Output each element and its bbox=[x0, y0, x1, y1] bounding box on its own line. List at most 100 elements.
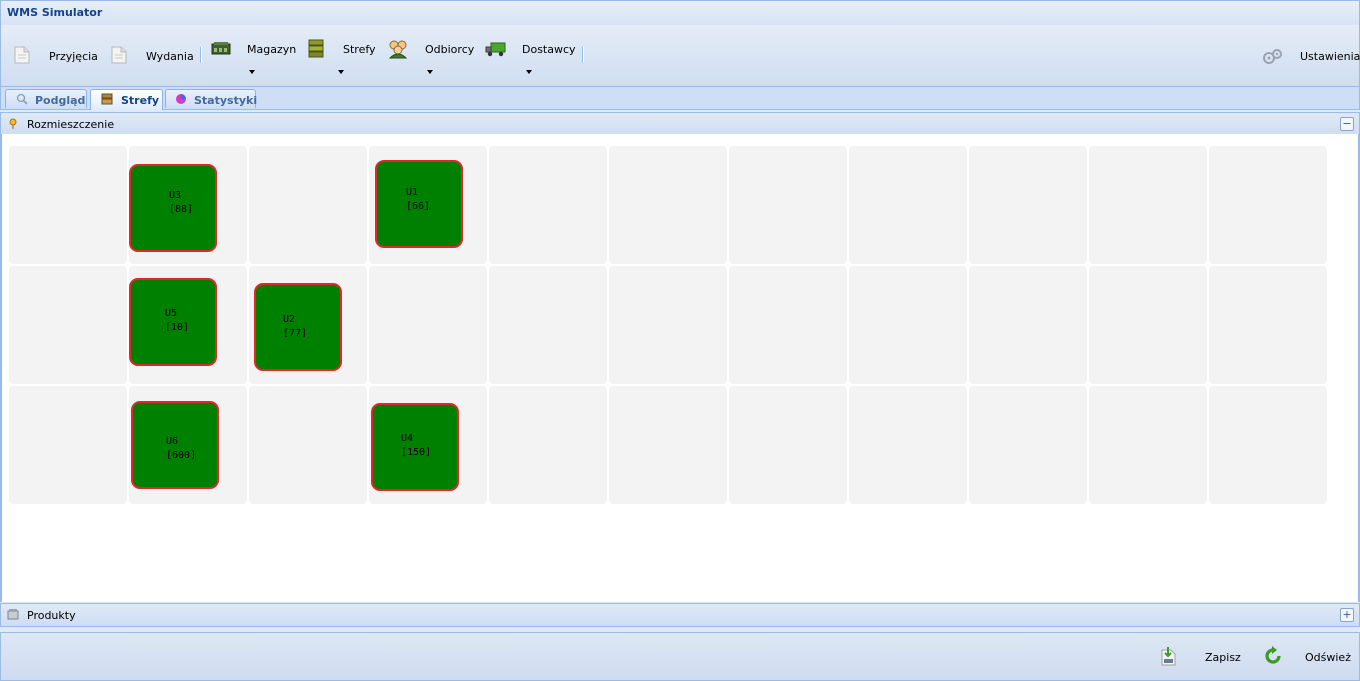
zone-u4[interactable]: U4 [150] bbox=[371, 403, 459, 491]
products-panel-header[interactable]: Produkty + bbox=[0, 603, 1360, 627]
location-pin-icon bbox=[9, 118, 17, 129]
zone-name: U3 bbox=[169, 190, 182, 201]
grid-cell[interactable] bbox=[729, 266, 847, 384]
grid-cell[interactable] bbox=[9, 386, 127, 504]
boxes-icon bbox=[101, 93, 113, 105]
dropdown-arrow-icon bbox=[338, 70, 344, 74]
zone-capacity: [66] bbox=[406, 201, 431, 212]
placement-panel-title: Rozmieszczenie bbox=[27, 118, 115, 131]
grid-cell[interactable] bbox=[1089, 386, 1207, 504]
grid-cell[interactable] bbox=[609, 266, 727, 384]
window-title-bar: WMS Simulator bbox=[0, 0, 1360, 25]
placement-panel-body: U3 [88] U1 [66] U5 [10] U2 [77] U6 [600] U4 [150] bbox=[0, 134, 1360, 602]
zone-capacity: [600] bbox=[166, 450, 197, 461]
tab-podglad[interactable]: Podgląd bbox=[5, 89, 87, 108]
tab-podglad-label: Podgląd bbox=[35, 94, 86, 107]
grid-cell[interactable] bbox=[1209, 266, 1327, 384]
grid-cell[interactable] bbox=[729, 386, 847, 504]
zone-name: U1 bbox=[406, 187, 419, 198]
zone-name: U2 bbox=[283, 314, 296, 325]
grid-cell[interactable] bbox=[489, 386, 607, 504]
save-button[interactable]: Zapisz bbox=[1157, 643, 1247, 671]
zone-capacity: [10] bbox=[165, 322, 190, 333]
grid-cell[interactable] bbox=[489, 266, 607, 384]
grid-cell[interactable] bbox=[249, 146, 367, 264]
users-icon bbox=[388, 40, 408, 59]
grid-cell[interactable] bbox=[1209, 386, 1327, 504]
grid-cell[interactable] bbox=[969, 386, 1087, 504]
zone-u5[interactable]: U5 [10] bbox=[129, 278, 217, 366]
zone-u1[interactable]: U1 [66] bbox=[375, 160, 463, 248]
document-icon bbox=[111, 46, 127, 64]
dostawcy-label: Dostawcy bbox=[522, 43, 576, 56]
placement-panel-header: Rozmieszczenie − bbox=[0, 112, 1360, 136]
grid-cell[interactable] bbox=[969, 146, 1087, 264]
pie-chart-icon bbox=[176, 94, 186, 104]
odbiorcy-menu-button[interactable]: Odbiorcy bbox=[387, 37, 475, 79]
ustawienia-button[interactable]: Ustawienia bbox=[1261, 43, 1360, 69]
stacked-boxes-icon bbox=[308, 39, 324, 58]
przyjecia-button[interactable]: Przyjęcia bbox=[11, 43, 98, 69]
refresh-button[interactable]: Odśwież bbox=[1261, 643, 1355, 671]
grid-cell[interactable] bbox=[609, 386, 727, 504]
grid-cell[interactable] bbox=[369, 266, 487, 384]
zone-name: U4 bbox=[401, 433, 414, 444]
grid-cell[interactable] bbox=[1209, 146, 1327, 264]
zone-capacity: [150] bbox=[401, 447, 432, 458]
grid-cell[interactable] bbox=[489, 146, 607, 264]
refresh-icon bbox=[1265, 646, 1281, 664]
expand-button[interactable]: + bbox=[1340, 608, 1354, 622]
footer-toolbar: Zapisz Odśwież bbox=[0, 632, 1360, 681]
odbiorcy-label: Odbiorcy bbox=[425, 43, 475, 56]
grid-cell[interactable] bbox=[969, 266, 1087, 384]
grid-cell[interactable] bbox=[9, 146, 127, 264]
collapse-button[interactable]: − bbox=[1340, 117, 1354, 131]
magazyn-label: Magazyn bbox=[247, 43, 297, 56]
wydania-label: Wydania bbox=[146, 50, 194, 63]
products-panel-title: Produkty bbox=[27, 609, 76, 622]
grid-cell[interactable] bbox=[729, 146, 847, 264]
dropdown-arrow-icon bbox=[427, 70, 433, 74]
zone-capacity: [77] bbox=[283, 328, 308, 339]
grid-cell[interactable] bbox=[849, 266, 967, 384]
przyjecia-label: Przyjęcia bbox=[49, 50, 98, 63]
magnifier-icon bbox=[16, 93, 28, 105]
strefy-menu-button[interactable]: Strefy bbox=[305, 37, 381, 79]
tab-statystyki-label: Statystyki bbox=[194, 94, 258, 107]
refresh-label: Odśwież bbox=[1305, 651, 1351, 664]
tab-strefy-label: Strefy bbox=[121, 94, 160, 107]
grid-cell[interactable] bbox=[249, 386, 367, 504]
tab-strip: Podgląd Strefy Statystyki bbox=[0, 87, 1360, 110]
dropdown-arrow-icon bbox=[526, 70, 532, 74]
strefy-label: Strefy bbox=[343, 43, 376, 56]
warehouse-icon bbox=[211, 42, 231, 55]
grid-cell[interactable] bbox=[1089, 146, 1207, 264]
tab-statystyki[interactable]: Statystyki bbox=[165, 89, 258, 108]
grid-cell[interactable] bbox=[849, 146, 967, 264]
save-document-icon bbox=[1161, 647, 1176, 666]
dropdown-arrow-icon bbox=[249, 70, 255, 74]
container-icon bbox=[7, 609, 19, 620]
grid-cell[interactable] bbox=[1089, 266, 1207, 384]
toolbar-separator bbox=[200, 47, 202, 63]
zone-u2[interactable]: U2 [77] bbox=[254, 283, 342, 371]
grid-cell[interactable] bbox=[609, 146, 727, 264]
ustawienia-label: Ustawienia bbox=[1300, 50, 1360, 63]
dostawcy-menu-button[interactable]: Dostawcy bbox=[485, 37, 576, 79]
zone-u6[interactable]: U6 [600] bbox=[131, 401, 219, 489]
zone-name: U5 bbox=[165, 308, 178, 319]
delivery-truck-icon bbox=[485, 42, 506, 57]
zone-capacity: [88] bbox=[169, 204, 194, 215]
app-title: WMS Simulator bbox=[7, 6, 103, 19]
toolbar-separator bbox=[582, 47, 584, 63]
magazyn-menu-button[interactable]: Magazyn bbox=[209, 37, 297, 79]
wydania-button[interactable]: Wydania bbox=[108, 43, 194, 69]
zone-u3[interactable]: U3 [88] bbox=[129, 164, 217, 252]
document-icon bbox=[14, 46, 30, 64]
main-toolbar: Przyjęcia Wydania Magazyn Strefy Odbiorc… bbox=[0, 25, 1360, 87]
grid-cell[interactable] bbox=[849, 386, 967, 504]
grid-cell[interactable] bbox=[9, 266, 127, 384]
tab-strefy[interactable]: Strefy bbox=[90, 89, 163, 110]
settings-gears-icon bbox=[1263, 49, 1282, 64]
save-label: Zapisz bbox=[1205, 651, 1241, 664]
